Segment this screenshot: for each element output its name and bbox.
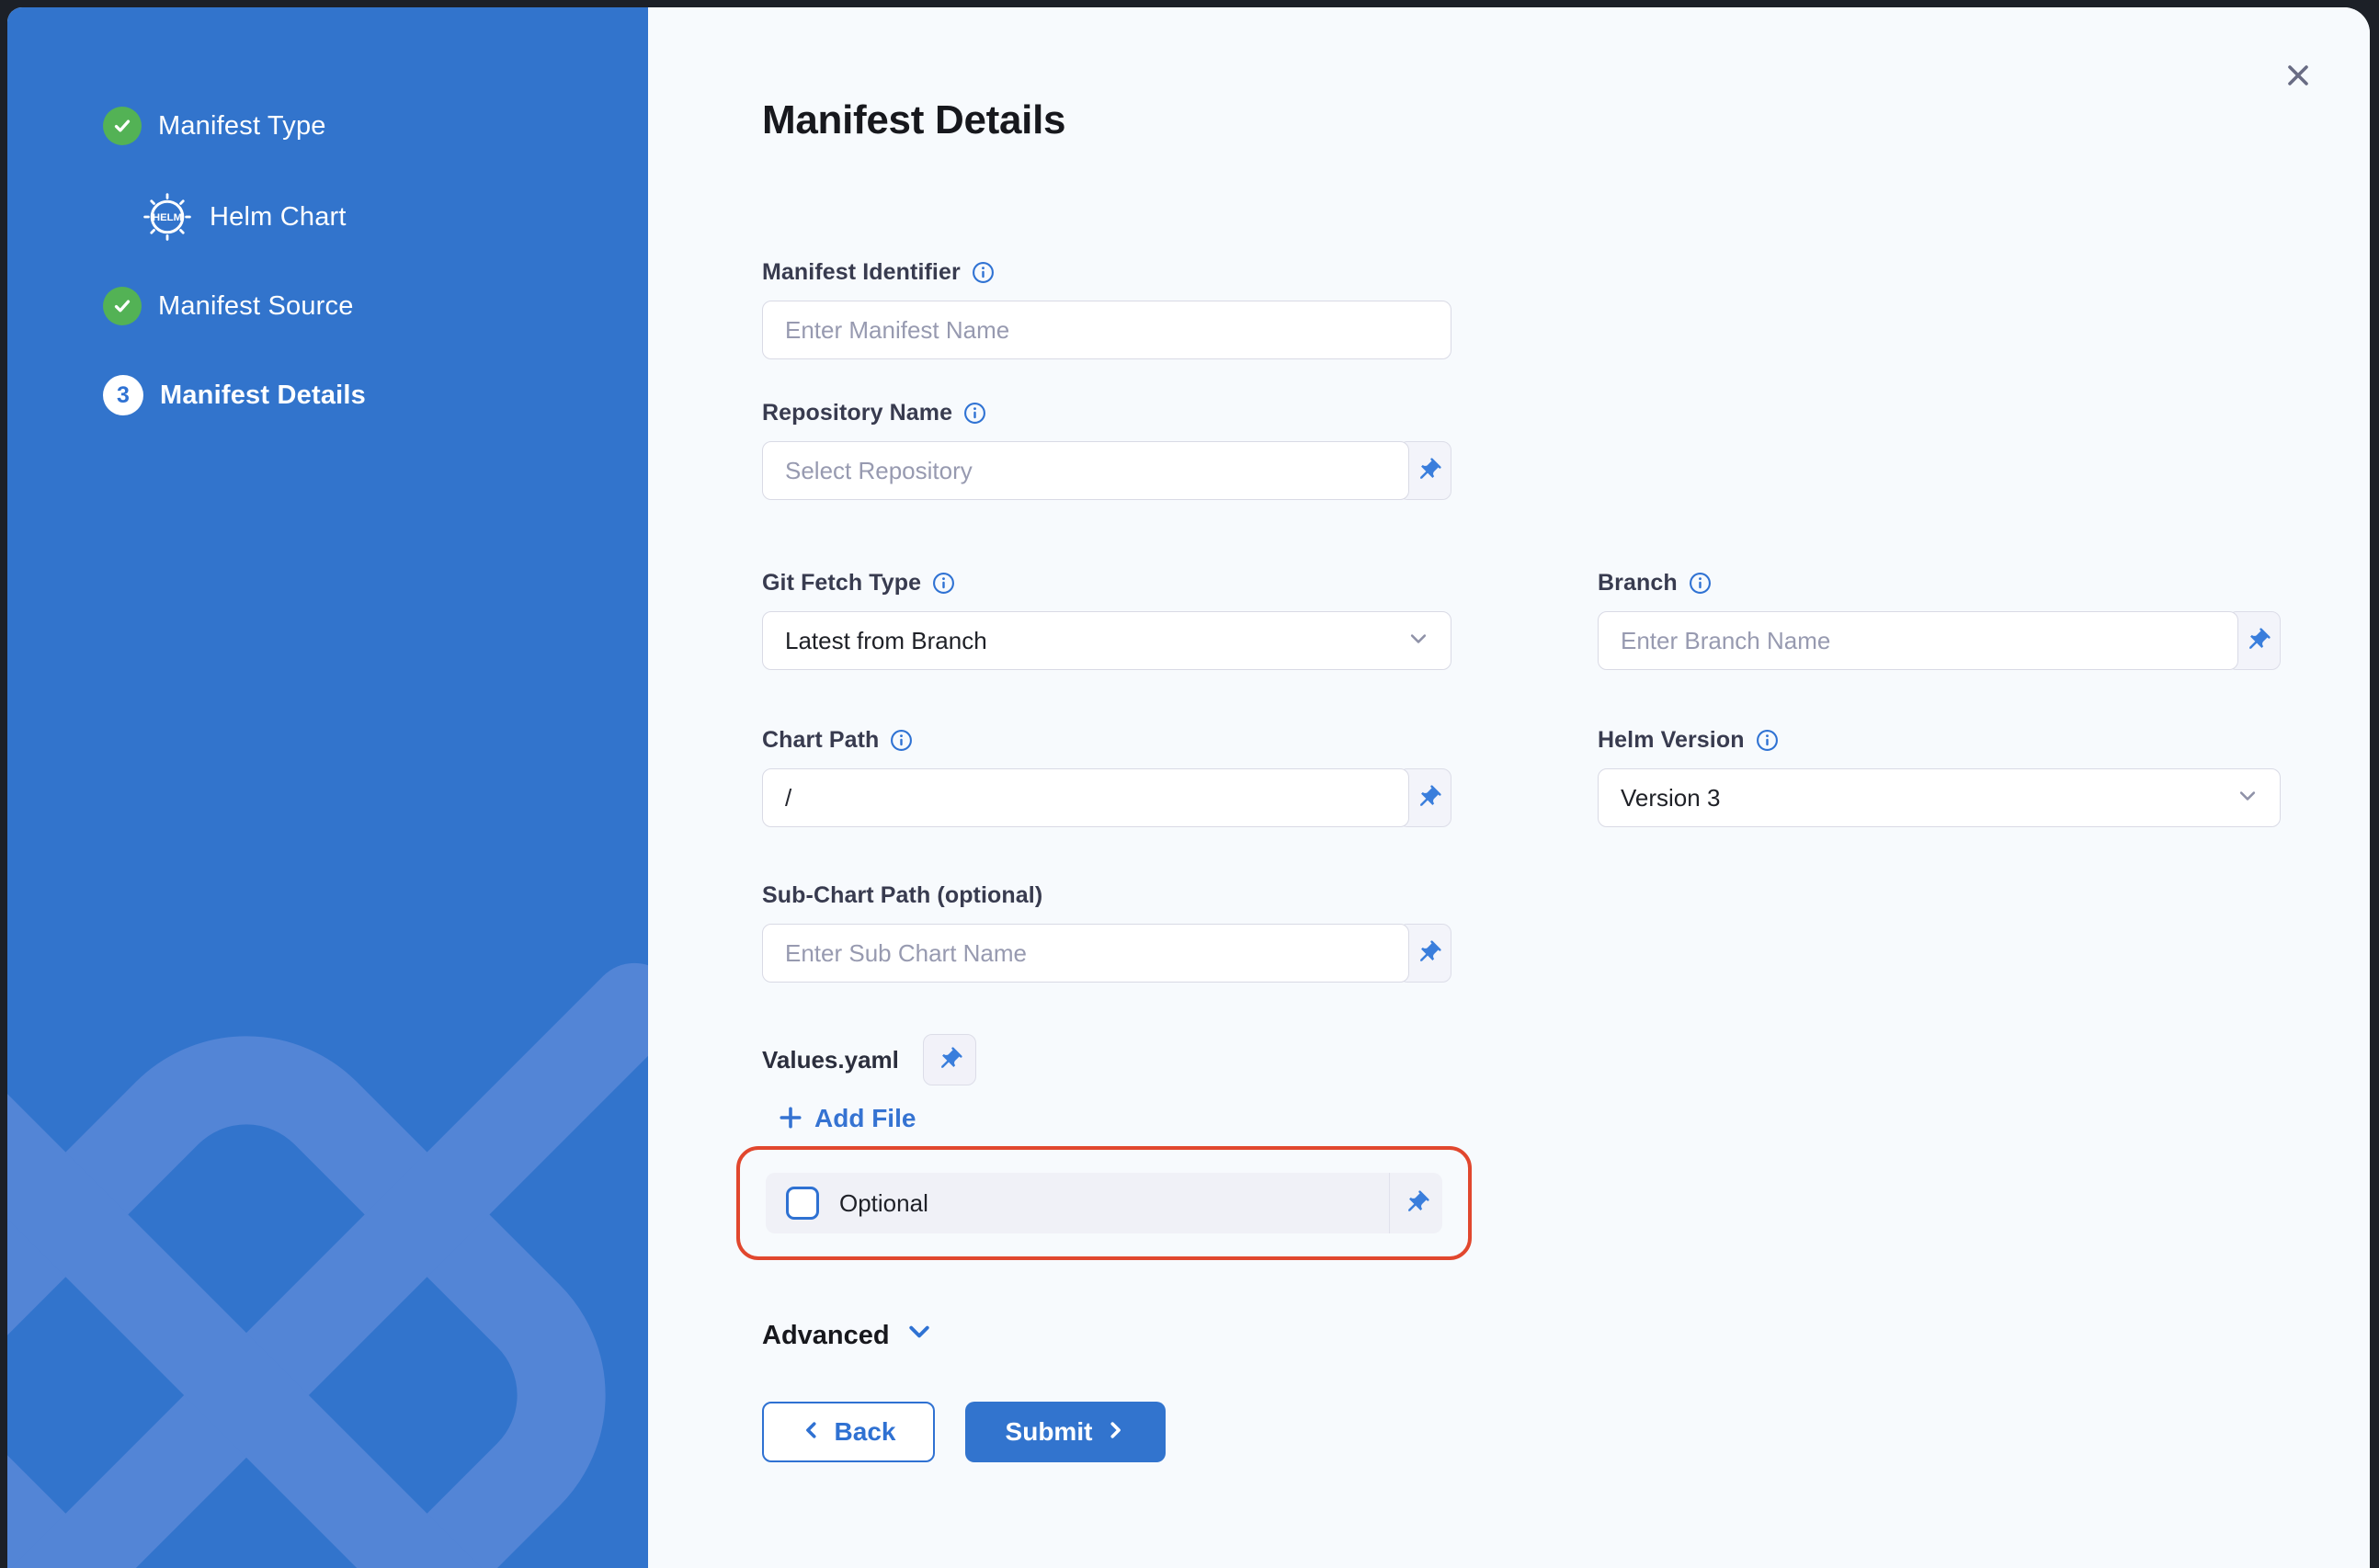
svg-text:HELM: HELM — [153, 212, 182, 223]
chevron-down-icon — [1408, 627, 1429, 655]
step-label: Helm Chart — [210, 202, 347, 233]
values-yaml-row: Values.yaml — [762, 1034, 2370, 1085]
manifest-details-panel: Manifest Details Manifest Identifier Rep… — [648, 7, 2370, 1568]
submit-button-label: Submit — [1006, 1417, 1093, 1447]
chevron-down-icon — [2237, 784, 2258, 812]
add-file-label: Add File — [814, 1104, 916, 1133]
step-manifest-details[interactable]: 3 Manifest Details — [103, 375, 648, 415]
submit-button[interactable]: Submit — [965, 1402, 1166, 1462]
step-label: Manifest Type — [158, 111, 326, 142]
check-circle-icon — [103, 287, 142, 325]
chevron-right-icon — [1105, 1417, 1125, 1447]
optional-checkbox-label: Optional — [839, 1189, 928, 1218]
git-fetch-type-field: Git Fetch Type Latest from Branch — [762, 570, 1451, 670]
chart-path-field: Chart Path — [762, 727, 1451, 827]
info-icon[interactable] — [1689, 572, 1712, 595]
git-fetch-type-label: Git Fetch Type — [762, 570, 921, 597]
back-button[interactable]: Back — [762, 1402, 935, 1462]
sub-chart-path-label: Sub-Chart Path (optional) — [762, 882, 1042, 909]
step-manifest-source[interactable]: Manifest Source — [103, 287, 648, 325]
repository-name-input[interactable] — [762, 441, 1409, 500]
git-fetch-type-value: Latest from Branch — [785, 627, 987, 655]
helm-version-select[interactable]: Version 3 — [1598, 768, 2281, 827]
repository-name-field: Repository Name — [762, 400, 1451, 500]
harness-logo-watermark — [7, 836, 648, 1568]
branch-label: Branch — [1598, 570, 1678, 597]
highlight-box: Optional — [736, 1146, 1472, 1260]
pin-icon[interactable] — [923, 1034, 976, 1085]
repository-name-label: Repository Name — [762, 400, 952, 426]
values-yaml-label: Values.yaml — [762, 1046, 899, 1074]
optional-checkbox[interactable] — [786, 1187, 819, 1220]
close-icon[interactable] — [2278, 55, 2318, 96]
info-icon[interactable] — [1756, 729, 1779, 752]
helm-icon: HELM — [143, 193, 191, 241]
sub-chart-path-field: Sub-Chart Path (optional) — [762, 882, 1451, 983]
check-circle-icon — [103, 107, 142, 145]
wizard-steps-sidebar: Manifest Type — [7, 7, 648, 1568]
wizard-steps: Manifest Type — [7, 7, 648, 415]
optional-field: Optional — [766, 1173, 1442, 1233]
manifest-wizard-dialog: Manifest Type — [7, 7, 2370, 1568]
info-icon[interactable] — [972, 261, 995, 284]
step-helm-chart[interactable]: HELM Helm Chart — [143, 193, 648, 241]
chart-path-input[interactable] — [762, 768, 1409, 827]
helm-version-value: Version 3 — [1621, 784, 1720, 812]
info-icon[interactable] — [963, 402, 986, 425]
advanced-toggle[interactable]: Advanced — [762, 1319, 949, 1352]
manifest-identifier-field: Manifest Identifier — [762, 259, 1451, 359]
chevron-down-icon — [906, 1319, 932, 1352]
info-icon[interactable] — [932, 572, 955, 595]
step-label: Manifest Details — [160, 381, 366, 411]
advanced-label: Advanced — [762, 1321, 890, 1351]
manifest-identifier-label: Manifest Identifier — [762, 259, 961, 286]
plus-icon — [779, 1106, 802, 1132]
branch-field: Branch — [1598, 570, 2281, 670]
back-button-label: Back — [835, 1417, 896, 1447]
chart-path-label: Chart Path — [762, 727, 879, 754]
manifest-identifier-input[interactable] — [762, 301, 1451, 359]
sub-chart-path-input[interactable] — [762, 924, 1409, 983]
helm-version-field: Helm Version Version 3 — [1598, 727, 2281, 827]
pin-icon[interactable] — [1389, 1173, 1442, 1233]
helm-version-label: Helm Version — [1598, 727, 1745, 754]
page-title: Manifest Details — [762, 97, 2370, 143]
step-number-badge: 3 — [103, 375, 143, 415]
step-manifest-type[interactable]: Manifest Type — [103, 107, 648, 145]
chevron-left-icon — [802, 1417, 822, 1447]
info-icon[interactable] — [890, 729, 913, 752]
step-label: Manifest Source — [158, 291, 354, 322]
git-fetch-type-select[interactable]: Latest from Branch — [762, 611, 1451, 670]
add-file-button[interactable]: Add File — [779, 1104, 916, 1133]
branch-input[interactable] — [1598, 611, 2238, 670]
